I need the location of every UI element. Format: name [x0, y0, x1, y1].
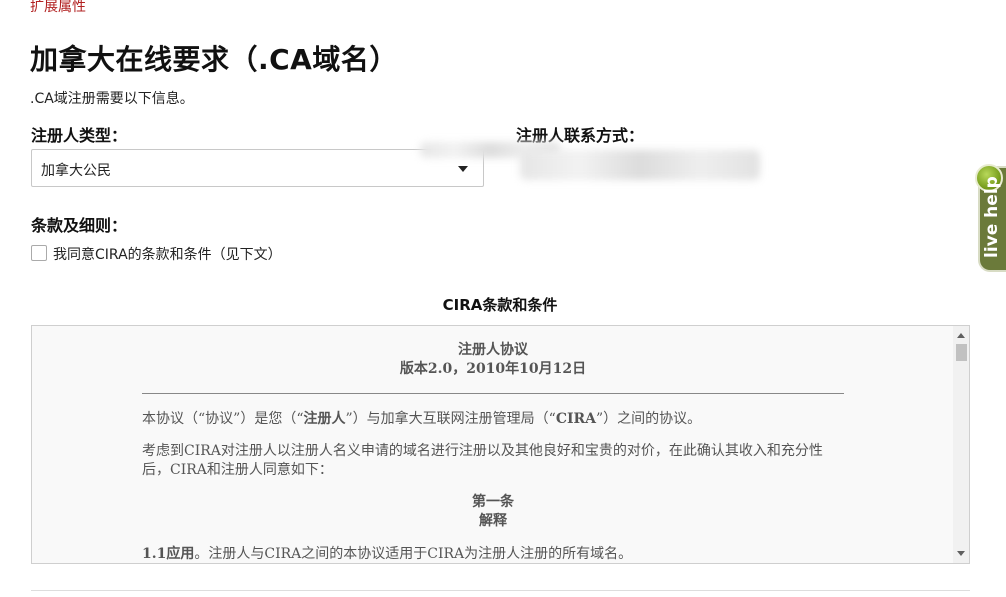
section-title: 解释: [479, 513, 507, 529]
agreement-version: 版本2.0，2010年10月12日: [399, 361, 587, 377]
agree-checkbox-label[interactable]: 我同意CIRA的条款和条件（见下文）: [53, 244, 282, 264]
registrant-type-select[interactable]: 加拿大公民: [31, 149, 484, 187]
live-help-label: live help: [982, 176, 1002, 258]
divider: [142, 393, 844, 394]
chevron-down-icon: [458, 166, 468, 172]
terms-scroll-box[interactable]: 注册人协议 版本2.0，2010年10月12日 本协议（“协议”）是您（“注册人…: [31, 325, 970, 564]
scrollbar[interactable]: [953, 326, 969, 563]
terms-label: 条款及细则：: [31, 216, 128, 235]
live-help-tab[interactable]: live help: [975, 164, 1006, 272]
agreement-paragraph: 本协议（“协议”）是您（“注册人”）与加拿大互联网注册管理局（“CIRA”）之间…: [142, 411, 702, 427]
section-number: 第一条: [472, 494, 514, 510]
terms-content: 注册人协议 版本2.0，2010年10月12日 本协议（“协议”）是您（“注册人…: [142, 341, 844, 563]
agreement-title: 注册人协议: [458, 342, 528, 358]
page-title: 加拿大在线要求（.CA域名）: [30, 43, 398, 76]
terms-box-title: CIRA条款和条件: [442, 296, 558, 314]
agree-checkbox[interactable]: [31, 245, 47, 261]
agreement-paragraph: 考虑到CIRA对注册人以注册人名义申请的域名进行注册以及其他良好和宝贵的对价，在…: [142, 443, 823, 478]
scroll-thumb[interactable]: [956, 344, 967, 361]
registrant-type-value: 加拿大公民: [41, 163, 111, 179]
registrant-contact-select[interactable]: [520, 150, 760, 180]
extended-attributes-link[interactable]: 扩展属性: [30, 0, 86, 16]
divider: [31, 590, 970, 591]
page-subtitle: .CA域注册需要以下信息。: [30, 91, 194, 107]
scroll-up-arrow-icon[interactable]: [957, 333, 965, 338]
scroll-down-arrow-icon[interactable]: [957, 551, 965, 556]
registrant-type-label: 注册人类型：: [31, 126, 128, 145]
agreement-clause: 1.1应用。注册人与CIRA之间的本协议适用于CIRA为注册人注册的所有域名。: [142, 546, 633, 562]
